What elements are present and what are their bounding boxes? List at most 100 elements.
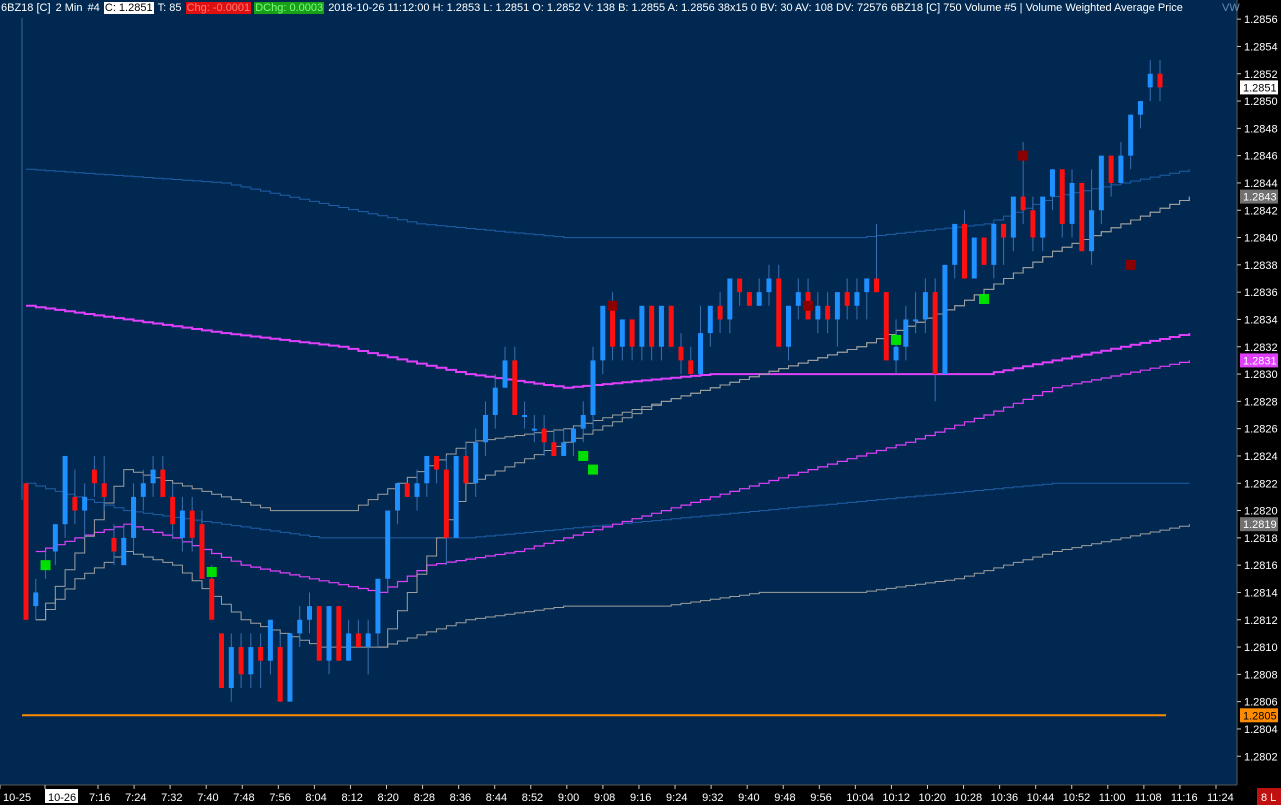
- price-tick-label: 1.2818: [1244, 533, 1278, 545]
- price-tick-label: 1.2806: [1244, 697, 1278, 709]
- candle-body: [209, 578, 215, 620]
- candle-body: [404, 483, 410, 497]
- time-tick-label: 10:28: [955, 792, 983, 804]
- candle-body: [815, 305, 821, 320]
- price-chart[interactable]: 1.2856 1.2854 1.2852 1.2850 1.2848 1.2846 1.28…: [0, 0, 1281, 805]
- candle-body: [62, 455, 68, 525]
- symbol-label[interactable]: 6BZ18 [C]: [0, 2, 52, 14]
- time-tick-label: 10-26: [48, 792, 76, 804]
- candle-body: [453, 455, 459, 538]
- time-tick-label: 8:44: [486, 792, 507, 804]
- candle-body: [1059, 169, 1065, 224]
- candle-body: [199, 524, 205, 579]
- interval-label[interactable]: 2 Min: [55, 2, 84, 14]
- candle-body: [737, 278, 743, 293]
- candle-body: [336, 606, 342, 661]
- candle-body: [531, 428, 537, 431]
- red-signal-marker: [803, 300, 814, 311]
- candle-body: [1079, 182, 1085, 252]
- candle-body: [786, 305, 792, 347]
- price-tick-label: 1.2850: [1244, 96, 1278, 108]
- candle-body: [922, 292, 928, 320]
- candle-body: [600, 305, 606, 361]
- price-tick-label: 1.2814: [1244, 587, 1278, 599]
- candle-body: [678, 346, 684, 361]
- candle-body: [52, 524, 58, 552]
- candle-body: [33, 592, 39, 607]
- candle-body: [1108, 155, 1114, 183]
- price-tag-label: 1.2805: [1243, 710, 1277, 722]
- time-tick-label: 9:08: [594, 792, 615, 804]
- price-tick-label: 1.2816: [1244, 560, 1278, 572]
- time-tick-label: 11:08: [1135, 792, 1162, 804]
- candle-body: [150, 469, 156, 484]
- candle-body: [473, 442, 479, 484]
- candle-body: [307, 606, 312, 620]
- red-signal-marker: [1125, 259, 1136, 270]
- price-tick-label: 1.2804: [1244, 724, 1278, 736]
- indicator-tag: VW: [1222, 2, 1240, 14]
- candle-body: [1049, 169, 1055, 197]
- time-tick-label: 7:32: [161, 792, 182, 804]
- candle-body: [258, 647, 264, 661]
- candle-body: [903, 319, 909, 347]
- red-signal-marker: [1018, 150, 1029, 161]
- candle-body: [981, 237, 987, 265]
- candle-body: [854, 292, 860, 306]
- candle-body: [170, 496, 176, 525]
- candle-body: [1069, 182, 1075, 224]
- time-tick-label: 10-25: [3, 792, 31, 804]
- candle-body: [746, 292, 752, 306]
- candle-body: [649, 305, 655, 347]
- candle-body: [72, 496, 78, 511]
- candle-body: [482, 415, 488, 443]
- candle-body: [365, 633, 371, 648]
- price-tick-label: 1.2852: [1244, 69, 1278, 81]
- time-tick-label: 11:16: [1171, 792, 1198, 804]
- price-tag-label: 1.2831: [1243, 355, 1277, 367]
- time-tick-label: 8:36: [450, 792, 471, 804]
- candle-body: [561, 442, 567, 456]
- candle-body: [121, 537, 127, 566]
- candle-body: [776, 278, 782, 347]
- candle-body: [355, 633, 361, 648]
- candle-body: [961, 223, 967, 279]
- tick-count: T: 85: [157, 2, 182, 14]
- time-tick-label: 10:20: [918, 792, 946, 804]
- price-axis[interactable]: 1.2856 1.2854 1.2852 1.2850 1.2848 1.2846 1.28…: [1236, 0, 1281, 785]
- green-signal-marker: [588, 464, 598, 475]
- time-tick-label: 9:32: [702, 792, 723, 804]
- price-tick-label: 1.2820: [1244, 506, 1278, 518]
- green-signal-marker: [891, 334, 902, 345]
- candle-body: [952, 223, 958, 265]
- candle-body: [834, 292, 840, 320]
- candle-body: [707, 305, 713, 334]
- candle-body: [1010, 196, 1016, 238]
- candle-body: [1157, 73, 1163, 88]
- candle-body: [570, 428, 576, 443]
- candle-body: [424, 455, 430, 484]
- price-tag-label: 1.2851: [1243, 82, 1277, 94]
- candle-body: [610, 305, 616, 347]
- chart-number: #4: [87, 2, 100, 14]
- time-tick-label: 8:12: [341, 792, 362, 804]
- candle-body: [238, 647, 244, 675]
- price-tick-label: 1.2808: [1244, 669, 1278, 681]
- time-axis[interactable]: 10-25 10-26 7:16 7:24 7:32 7:40 7:48 7:56 8:04 8:…: [0, 784, 1281, 805]
- candle-body: [883, 292, 889, 361]
- change-box: Chg: -0.0001: [185, 2, 252, 14]
- candle-body: [1030, 210, 1036, 238]
- price-tick-label: 1.2848: [1244, 123, 1278, 135]
- candle-body: [1137, 101, 1143, 115]
- price-tick-label: 1.2834: [1244, 314, 1278, 326]
- price-tick-label: 1.2856: [1244, 14, 1278, 26]
- price-axis-bg: [1237, 0, 1281, 785]
- time-tick-label: 9:00: [558, 792, 579, 804]
- red-signal-marker: [607, 300, 618, 311]
- price-tick-label: 1.2824: [1244, 451, 1278, 463]
- candle-body: [131, 496, 137, 538]
- daily-change-box: DChg: 0.0003: [254, 2, 325, 14]
- candle-body: [326, 606, 332, 661]
- time-tick-label: 7:16: [89, 792, 110, 804]
- price-tick-label: 1.2802: [1244, 751, 1278, 763]
